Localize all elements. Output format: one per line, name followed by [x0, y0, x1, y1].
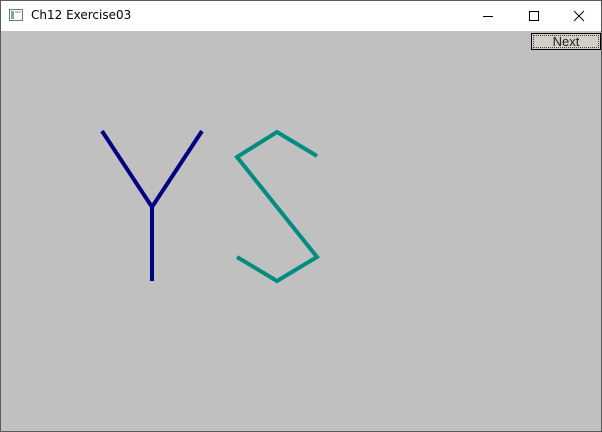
letter-s-shape [234, 129, 320, 284]
letter-s-stroke [234, 129, 320, 284]
app-window-icon [9, 9, 23, 21]
drawing-canvas [100, 129, 320, 284]
letter-y-stroke [100, 129, 204, 211]
client-area: Next [1, 31, 601, 431]
window-title: Ch12 Exercise03 [31, 8, 132, 22]
minimize-button[interactable] [465, 1, 511, 31]
minimize-icon [483, 16, 493, 17]
close-button[interactable] [556, 1, 602, 31]
close-icon [573, 10, 585, 22]
app-window: Ch12 Exercise03 Next [0, 0, 602, 432]
letter-y-shape [100, 129, 204, 281]
title-bar[interactable]: Ch12 Exercise03 [1, 1, 601, 31]
maximize-icon [529, 11, 539, 21]
maximize-button[interactable] [511, 1, 557, 31]
